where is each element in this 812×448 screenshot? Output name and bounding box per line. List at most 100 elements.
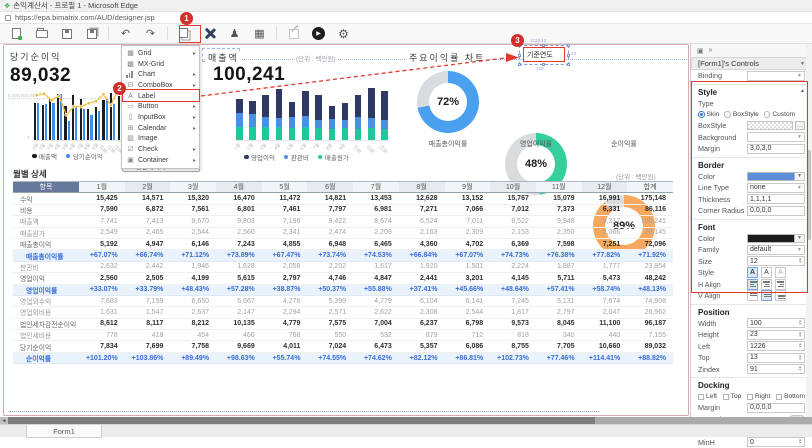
table-row[interactable]: 법인세차감전순이익8,6128,1178,21210,1354,7797,575… <box>13 318 673 329</box>
menu-item-container[interactable]: ▣Container▸ <box>122 155 199 166</box>
menu-item-label[interactable]: ALabel <box>122 91 199 102</box>
position-spinner[interactable]: 23▲▼ <box>747 330 805 340</box>
docking-input[interactable]: 0,0,0,0 <box>747 403 805 413</box>
valign-top-button[interactable] <box>747 290 758 301</box>
open-button[interactable] <box>34 26 50 42</box>
collapse-panel-icon[interactable]: » <box>709 47 713 54</box>
border-input[interactable]: 1,1,1,1 <box>747 194 805 204</box>
bold-button[interactable]: A <box>747 267 758 278</box>
valign-bottom-button[interactable] <box>775 290 786 301</box>
table-row[interactable]: 판관비2,6322,4421,9461,6282,0582,2021,6171,… <box>13 261 673 272</box>
table-cell: 2,571 <box>307 307 353 318</box>
radio-option-boxstyle[interactable]: BoxStyle <box>724 111 759 118</box>
menu-item-grid[interactable]: ▦Grid▸ <box>122 48 199 59</box>
panel-scrollbar[interactable] <box>806 44 812 417</box>
dock-check-top[interactable]: Top <box>723 393 742 400</box>
table-row[interactable]: 비용7,5906,8727,5616,8017,4617,7976,9817,2… <box>13 204 673 215</box>
menu-item-mx-grid[interactable]: ▩MX-Grid <box>122 59 199 70</box>
panel-header[interactable]: [Form1]'s Controls ▼ <box>691 57 812 70</box>
field-label: Color <box>698 234 747 243</box>
edit-button[interactable] <box>286 26 302 42</box>
table-row[interactable]: 영업외수익7,6837,1596,6506,6674,2765,3994,779… <box>13 295 673 306</box>
undo-button[interactable]: ↶ <box>118 26 134 42</box>
menu-item-combobox[interactable]: ⊟ComboBox▸ <box>122 80 199 91</box>
dock-check-bottom[interactable]: Bottom <box>776 393 805 400</box>
layers-button[interactable] <box>177 26 193 42</box>
radio-option-skin[interactable]: Skin <box>698 111 719 118</box>
grid-view-button[interactable]: ▦ <box>252 26 268 42</box>
menu-item-inputbox[interactable]: ▯InputBox▸ <box>122 112 199 123</box>
scroll-left-arrow-icon[interactable]: ◄ <box>0 417 8 424</box>
browser-url-bar[interactable]: https://epa.bimatrix.com/AUD/designer.js… <box>0 12 812 24</box>
border-input[interactable]: 0,0,0,0 <box>747 206 805 216</box>
menu-item-image[interactable]: ▨Image <box>122 134 199 145</box>
align-right-button[interactable] <box>775 279 786 290</box>
valign-middle-button[interactable] <box>761 290 772 301</box>
dock-check-right[interactable]: Right <box>747 393 770 400</box>
chevron-down-icon[interactable]: ▼ <box>795 172 805 181</box>
border-select[interactable]: none▼ <box>747 183 805 193</box>
form-tab[interactable]: Form1 <box>26 425 102 438</box>
component-button[interactable]: ♟ <box>227 26 243 42</box>
year-label-control[interactable]: 기준연도 <box>523 47 565 62</box>
table-row[interactable]: 영업이익2,5602,5054,1995,6152,7974,7464,8472… <box>13 273 673 284</box>
table-row[interactable]: 영업외비용1,6311,5472,6372,1472,2942,5712,622… <box>13 307 673 318</box>
table-row[interactable]: 순이익률+101.20%+103.86%+89.49%+98.63%+55.74… <box>13 352 673 363</box>
more-options-button[interactable]: … <box>795 121 805 130</box>
position-spinner[interactable]: 1226▲▼ <box>747 341 805 351</box>
table-row[interactable]: 법인세비용77841845446676855053287971281834044… <box>13 330 673 341</box>
menu-item-button[interactable]: ▭Button▸ <box>122 101 199 112</box>
font-spinner[interactable]: 12▲▼ <box>747 256 805 266</box>
font-select[interactable]: default▼ <box>747 245 805 255</box>
run-preview-button[interactable]: ▶ <box>311 26 327 42</box>
save-button[interactable] <box>59 26 75 42</box>
docking-spinner[interactable]: 0▲▼ <box>747 437 805 447</box>
design-canvas[interactable]: 당기순이익 89,032 6,000,000,000 0 1월2월3월4월5월6… <box>3 44 689 416</box>
radio-option-custom[interactable]: Custom <box>764 111 795 118</box>
table-row[interactable]: 매출원가2,5492,4652,5442,5602,3412,4742,2092… <box>13 227 673 238</box>
menu-item-chart[interactable]: Chart▸ <box>122 69 199 80</box>
insert-control-button[interactable] <box>202 26 218 42</box>
spinner-value: 91 <box>750 366 758 373</box>
chevron-down-icon[interactable]: ▼ <box>795 234 805 243</box>
table-cell: 8,045 <box>536 318 582 329</box>
italic-button[interactable]: A <box>761 267 772 278</box>
style-select[interactable]: ▼ <box>747 132 805 142</box>
horizontal-scrollbar[interactable]: ◄ <box>0 417 812 424</box>
table-row[interactable]: 매출총이익률+67.07%+66.74%+71.12%+73.89%+67.47… <box>13 250 673 261</box>
align-center-button[interactable] <box>761 279 772 290</box>
segment-영업이익 <box>342 103 349 120</box>
table-cell: +57.41% <box>536 284 582 295</box>
binding-select[interactable]: ▼ <box>747 71 805 81</box>
table-cell: 1,777 <box>582 261 628 272</box>
align-left-button[interactable] <box>747 279 758 290</box>
panel-scrollbar-thumb[interactable] <box>807 150 811 240</box>
color-swatch[interactable] <box>747 234 795 243</box>
dock-check-left[interactable]: Left <box>698 393 717 400</box>
table-row[interactable]: 당기순이익7,8347,6997,7589,6694,0117,0246,473… <box>13 341 673 352</box>
position-spinner[interactable]: 100▲▼ <box>747 318 805 328</box>
new-file-button[interactable] <box>9 26 25 42</box>
save-all-button[interactable] <box>84 26 100 42</box>
redo-button[interactable]: ↷ <box>143 26 159 42</box>
position-spinner[interactable]: 91▲▼ <box>747 364 805 374</box>
table-row[interactable]: 매출액7,7417,4138,6709,8037,1969,4228,6746,… <box>13 216 673 227</box>
monthly-detail-table[interactable]: 항목1월2월3월4월5월6월7월8월9월10월11월12월합계수익15,4251… <box>13 181 673 364</box>
style-section-header[interactable]: Style▲ <box>691 84 812 98</box>
table-row[interactable]: 수익15,42514,57115,32016,47011,47214,82113… <box>13 193 673 204</box>
table-row[interactable]: 매출총이익5,1924,9476,1467,2434,8556,9486,465… <box>13 238 673 249</box>
chevron-down-icon: ▼ <box>800 61 805 67</box>
style-input[interactable]: 3,0,3,0 <box>747 144 805 154</box>
horizontal-scrollbar-thumb[interactable] <box>8 417 595 424</box>
position-spinner[interactable]: 13▲▼ <box>747 353 805 363</box>
menu-item-check[interactable]: ☑Check▸ <box>122 144 199 155</box>
dock-icon[interactable]: ▣ <box>697 47 704 55</box>
net-income-chart-widget[interactable]: 당기순이익 89,032 <box>10 50 130 87</box>
color-swatch[interactable] <box>747 172 795 181</box>
menu-item-calendar[interactable]: ⊞Calendar▸ <box>122 123 199 134</box>
settings-button[interactable]: ⚙ <box>336 26 352 42</box>
outline-button[interactable]: A <box>775 267 786 278</box>
table-row[interactable]: 영업이익률+33.07%+33.79%+48.43%+57.28%+38.87%… <box>13 284 673 295</box>
chevron-down-icon: ▼ <box>797 134 802 140</box>
boxstyle-swatch[interactable] <box>747 121 793 130</box>
